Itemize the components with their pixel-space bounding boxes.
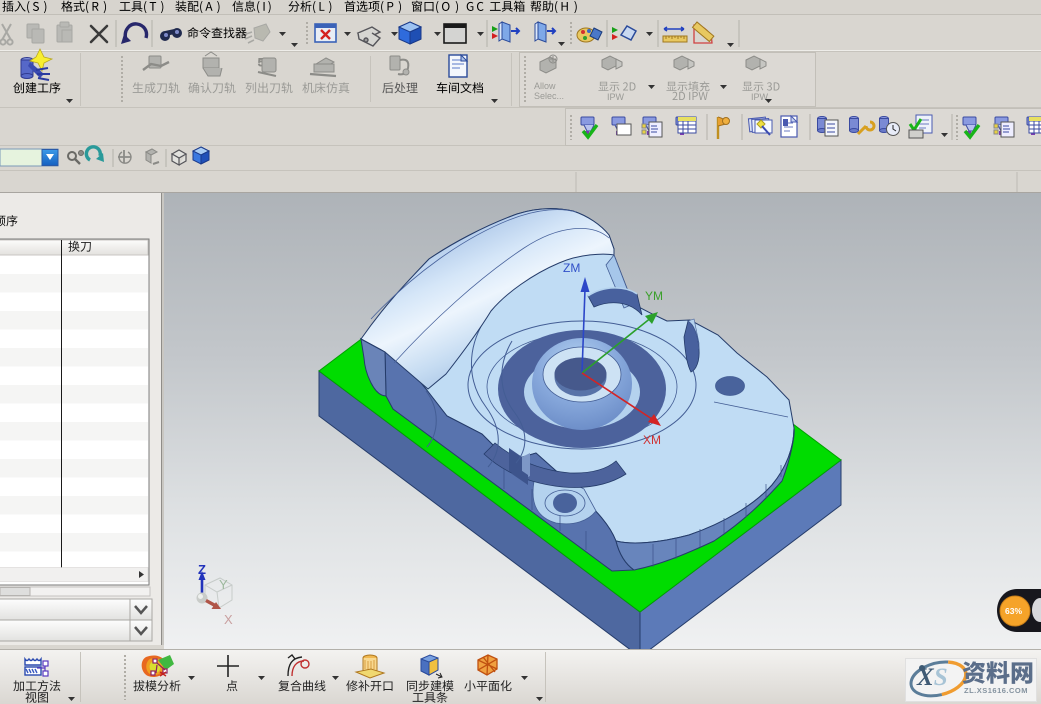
svg-text:IPW: IPW	[751, 92, 769, 102]
svg-text:IPW: IPW	[607, 92, 625, 102]
svg-text:Selec...: Selec...	[534, 91, 564, 101]
svg-text:Allow: Allow	[534, 81, 556, 91]
